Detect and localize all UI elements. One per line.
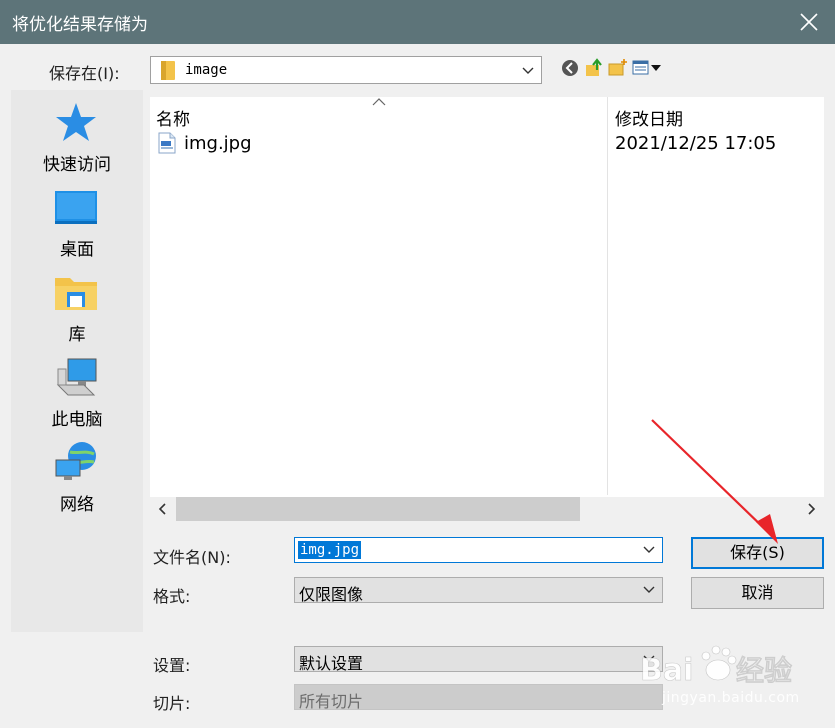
- place-quick-access[interactable]: 快速访问: [11, 100, 143, 180]
- file-name-input[interactable]: img.jpg: [294, 537, 663, 563]
- scroll-right-icon[interactable]: [804, 502, 818, 516]
- place-label: 库: [68, 325, 86, 345]
- save-dialog: 保存在(I): image 快速访问 桌面 库 此电脑 网络 名称 修改日期 i…: [0, 44, 835, 728]
- new-folder-icon: [608, 59, 627, 76]
- save-in-dropdown[interactable]: image: [150, 56, 542, 84]
- baidu-watermark-logo: Bai 经验: [640, 645, 792, 688]
- file-name: img.jpg: [184, 133, 252, 154]
- chevron-down-icon: [522, 67, 534, 74]
- place-label: 此电脑: [51, 410, 103, 430]
- settings-value: 默认设置: [299, 654, 364, 673]
- desktop-icon: [55, 191, 97, 224]
- close-button[interactable]: [795, 8, 823, 36]
- sort-ascending-icon: [372, 98, 386, 106]
- star-icon: [56, 103, 96, 141]
- file-name-label: 文件名(N):: [153, 548, 231, 567]
- watermark-url: jingyan.baidu.com: [662, 690, 800, 706]
- save-in-value: image: [185, 62, 228, 78]
- slices-value: 所有切片: [299, 692, 364, 711]
- svg-text:经验: 经验: [736, 654, 792, 687]
- place-desktop[interactable]: 桌面: [11, 185, 143, 265]
- view-menu-icon: [632, 60, 661, 75]
- settings-dropdown[interactable]: 默认设置: [294, 646, 663, 673]
- scrollbar-thumb[interactable]: [176, 497, 580, 521]
- slices-dropdown: 所有切片: [294, 684, 663, 711]
- places-bar: 快速访问 桌面 库 此电脑 网络: [11, 90, 143, 632]
- format-dropdown[interactable]: 仅限图像: [294, 577, 663, 604]
- place-label: 桌面: [60, 240, 94, 260]
- save-in-label: 保存在(I):: [49, 64, 120, 83]
- place-this-pc[interactable]: 此电脑: [11, 355, 143, 435]
- place-label: 网络: [60, 495, 94, 515]
- window-title: 将优化结果存储为: [12, 15, 148, 35]
- cancel-button[interactable]: 取消: [691, 577, 824, 609]
- new-folder-button[interactable]: [608, 58, 628, 78]
- format-label: 格式:: [153, 587, 191, 606]
- library-folder-icon: [55, 278, 97, 310]
- close-icon: [800, 13, 818, 31]
- table-row[interactable]: img.jpg 2021/12/25 17:05: [150, 129, 824, 157]
- computer-icon: [56, 358, 97, 396]
- column-header-name[interactable]: 名称: [156, 105, 190, 130]
- network-icon: [55, 442, 96, 480]
- back-button[interactable]: [560, 58, 580, 78]
- format-value: 仅限图像: [299, 585, 364, 604]
- file-modified-date: 2021/12/25 17:05: [615, 133, 777, 154]
- slices-label: 切片:: [153, 694, 191, 713]
- jpg-file-icon: [158, 132, 176, 154]
- place-network[interactable]: 网络: [11, 440, 143, 520]
- back-arrow-icon: [562, 60, 578, 76]
- place-library[interactable]: 库: [11, 270, 143, 350]
- column-header-modified[interactable]: 修改日期: [615, 105, 683, 130]
- file-name-value: img.jpg: [298, 541, 362, 559]
- scroll-left-icon[interactable]: [156, 502, 170, 516]
- folder-icon: [161, 61, 175, 80]
- up-folder-icon: [586, 58, 602, 76]
- view-menu-button[interactable]: [632, 58, 664, 78]
- svg-text:Bai: Bai: [640, 653, 693, 688]
- title-bar: 将优化结果存储为: [0, 0, 835, 44]
- place-label: 快速访问: [43, 155, 111, 175]
- annotation-arrow: [651, 419, 778, 544]
- settings-label: 设置:: [153, 656, 191, 675]
- up-folder-button[interactable]: [584, 58, 604, 78]
- chevron-down-icon: [643, 586, 655, 593]
